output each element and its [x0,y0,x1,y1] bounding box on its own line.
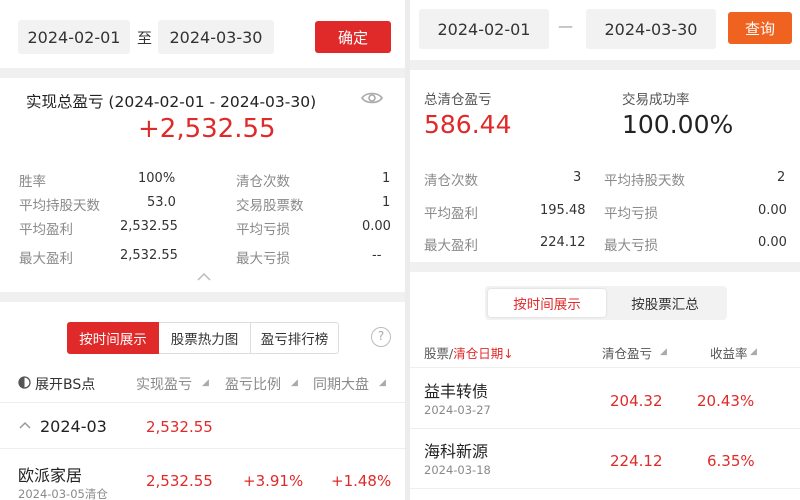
section-divider [410,60,800,70]
col-header-yield[interactable]: 收益率 [710,343,748,362]
confirm-button[interactable]: 确定 [315,21,391,53]
stat-label: 平均盈利 [19,222,73,238]
section-divider [0,292,405,302]
range-separator: — [558,17,573,35]
stat-label: 平均亏损 [604,206,658,222]
clear-date: 2024-03-18 [424,463,491,477]
stat-label: 平均亏损 [236,222,290,238]
success-rate-value: 100.00% [622,110,734,139]
end-date-field[interactable]: 2024-03-30 [586,9,716,49]
row-pnl: 2,532.55 [146,472,213,490]
help-icon[interactable]: ? [371,327,391,347]
stat-label: 最大盈利 [424,238,478,254]
eye-icon[interactable] [360,90,384,106]
chevron-up-icon[interactable] [18,421,32,430]
divider [410,367,800,368]
row-market: +1.48% [331,472,392,490]
stat-value: 195.48 [540,203,586,218]
stat-value: 0.00 [362,219,391,234]
tab-by-stock[interactable]: 按股票汇总 [606,289,724,317]
row-yield: 6.35% [707,452,755,470]
stat-label: 平均盈利 [424,206,478,222]
stat-label: 交易股票数 [236,198,304,214]
section-divider [410,262,800,272]
clear-date: 2024-03-05清仓 [18,487,108,500]
query-button[interactable]: 查询 [728,12,792,44]
row-ratio: +3.91% [243,472,304,490]
total-clear-value: 586.44 [424,110,512,139]
stat-label: 清仓次数 [424,173,478,189]
sort-icon: ◢ [202,378,209,388]
row-pnl: 224.12 [610,452,663,470]
section-divider [0,68,405,78]
divider [410,488,800,489]
stat-value: 2 [777,170,786,185]
divider [0,448,405,449]
sort-icon: ◢ [379,378,386,388]
stat-label: 清仓次数 [236,174,290,190]
col-header-stock: 股票/清仓日期↓ [424,346,514,361]
divider [410,428,800,429]
left-panel: 2024-02-01 至 2024-03-30 确定 实现总盈亏 (2024-0… [0,0,405,500]
success-rate-label: 交易成功率 [622,92,690,108]
col-header-pnl[interactable]: 清仓盈亏 [602,343,652,362]
stock-name[interactable]: 益丰转债 [424,378,488,402]
stat-value: -- [372,248,382,263]
view-tabs: 按时间展示 股票热力图 盈亏排行榜 [67,322,339,354]
stat-label: 最大盈利 [19,251,73,267]
month-group-pnl: 2,532.55 [146,418,213,436]
chevron-up-icon[interactable] [196,272,212,282]
stat-value: 224.12 [540,235,586,250]
stat-value: 0.00 [758,203,787,218]
expand-bs-points-toggle[interactable]: 展开BS点 [35,374,95,394]
view-tabs: 按时间展示 按股票汇总 [485,286,727,320]
tab-by-time[interactable]: 按时间展示 [488,289,606,317]
tab-pnl-ranking[interactable]: 盈亏排行榜 [251,322,339,354]
stat-value: 1 [382,195,391,210]
stat-value: 2,532.55 [120,219,178,234]
arrow-down-icon: ↓ [503,346,514,361]
stat-value: 3 [573,170,582,185]
divider [0,402,405,403]
total-clear-label: 总清仓盈亏 [424,92,492,108]
stat-label: 平均持股天数 [19,198,100,214]
stat-value: 0.00 [758,235,787,250]
row-pnl: 204.32 [610,392,663,410]
col-header-market[interactable]: 同期大盘 [313,374,369,394]
sort-icon: ◢ [660,347,667,357]
stat-label: 胜率 [19,174,46,190]
end-date-field[interactable]: 2024-03-30 [158,20,274,54]
col-header-ratio[interactable]: 盈亏比例 [225,374,281,394]
stat-label: 最大亏损 [236,251,290,267]
total-pnl-value: +2,532.55 [138,114,276,144]
col-header-pnl[interactable]: 实现盈亏 [136,374,192,394]
range-separator: 至 [137,29,153,47]
tab-heatmap[interactable]: 股票热力图 [159,322,251,354]
stat-value: 2,532.55 [120,248,178,263]
right-panel: 2024-02-01 — 2024-03-30 查询 总清仓盈亏 586.44 … [410,0,800,500]
row-yield: 20.43% [697,392,755,410]
clear-date: 2024-03-27 [424,403,491,417]
stock-name[interactable]: 海科新源 [424,438,488,462]
stock-name[interactable]: 欧派家居 [18,462,82,486]
start-date-field[interactable]: 2024-02-01 [419,9,549,49]
stat-value: 1 [382,171,391,186]
stat-label: 最大亏损 [604,238,658,254]
start-date-field[interactable]: 2024-02-01 [18,20,130,54]
sort-icon: ◢ [291,378,298,388]
half-circle-icon [18,376,31,389]
month-group-label[interactable]: 2024-03 [40,417,107,436]
stat-label: 平均持股天数 [604,173,685,189]
col-header-clear-date[interactable]: 清仓日期 [453,346,503,361]
stat-value: 100% [138,171,176,186]
stat-value: 53.0 [147,195,176,210]
summary-title: 实现总盈亏 (2024-02-01 - 2024-03-30) [26,93,317,111]
sort-icon: ◢ [750,347,757,357]
tab-by-time[interactable]: 按时间展示 [67,322,159,354]
